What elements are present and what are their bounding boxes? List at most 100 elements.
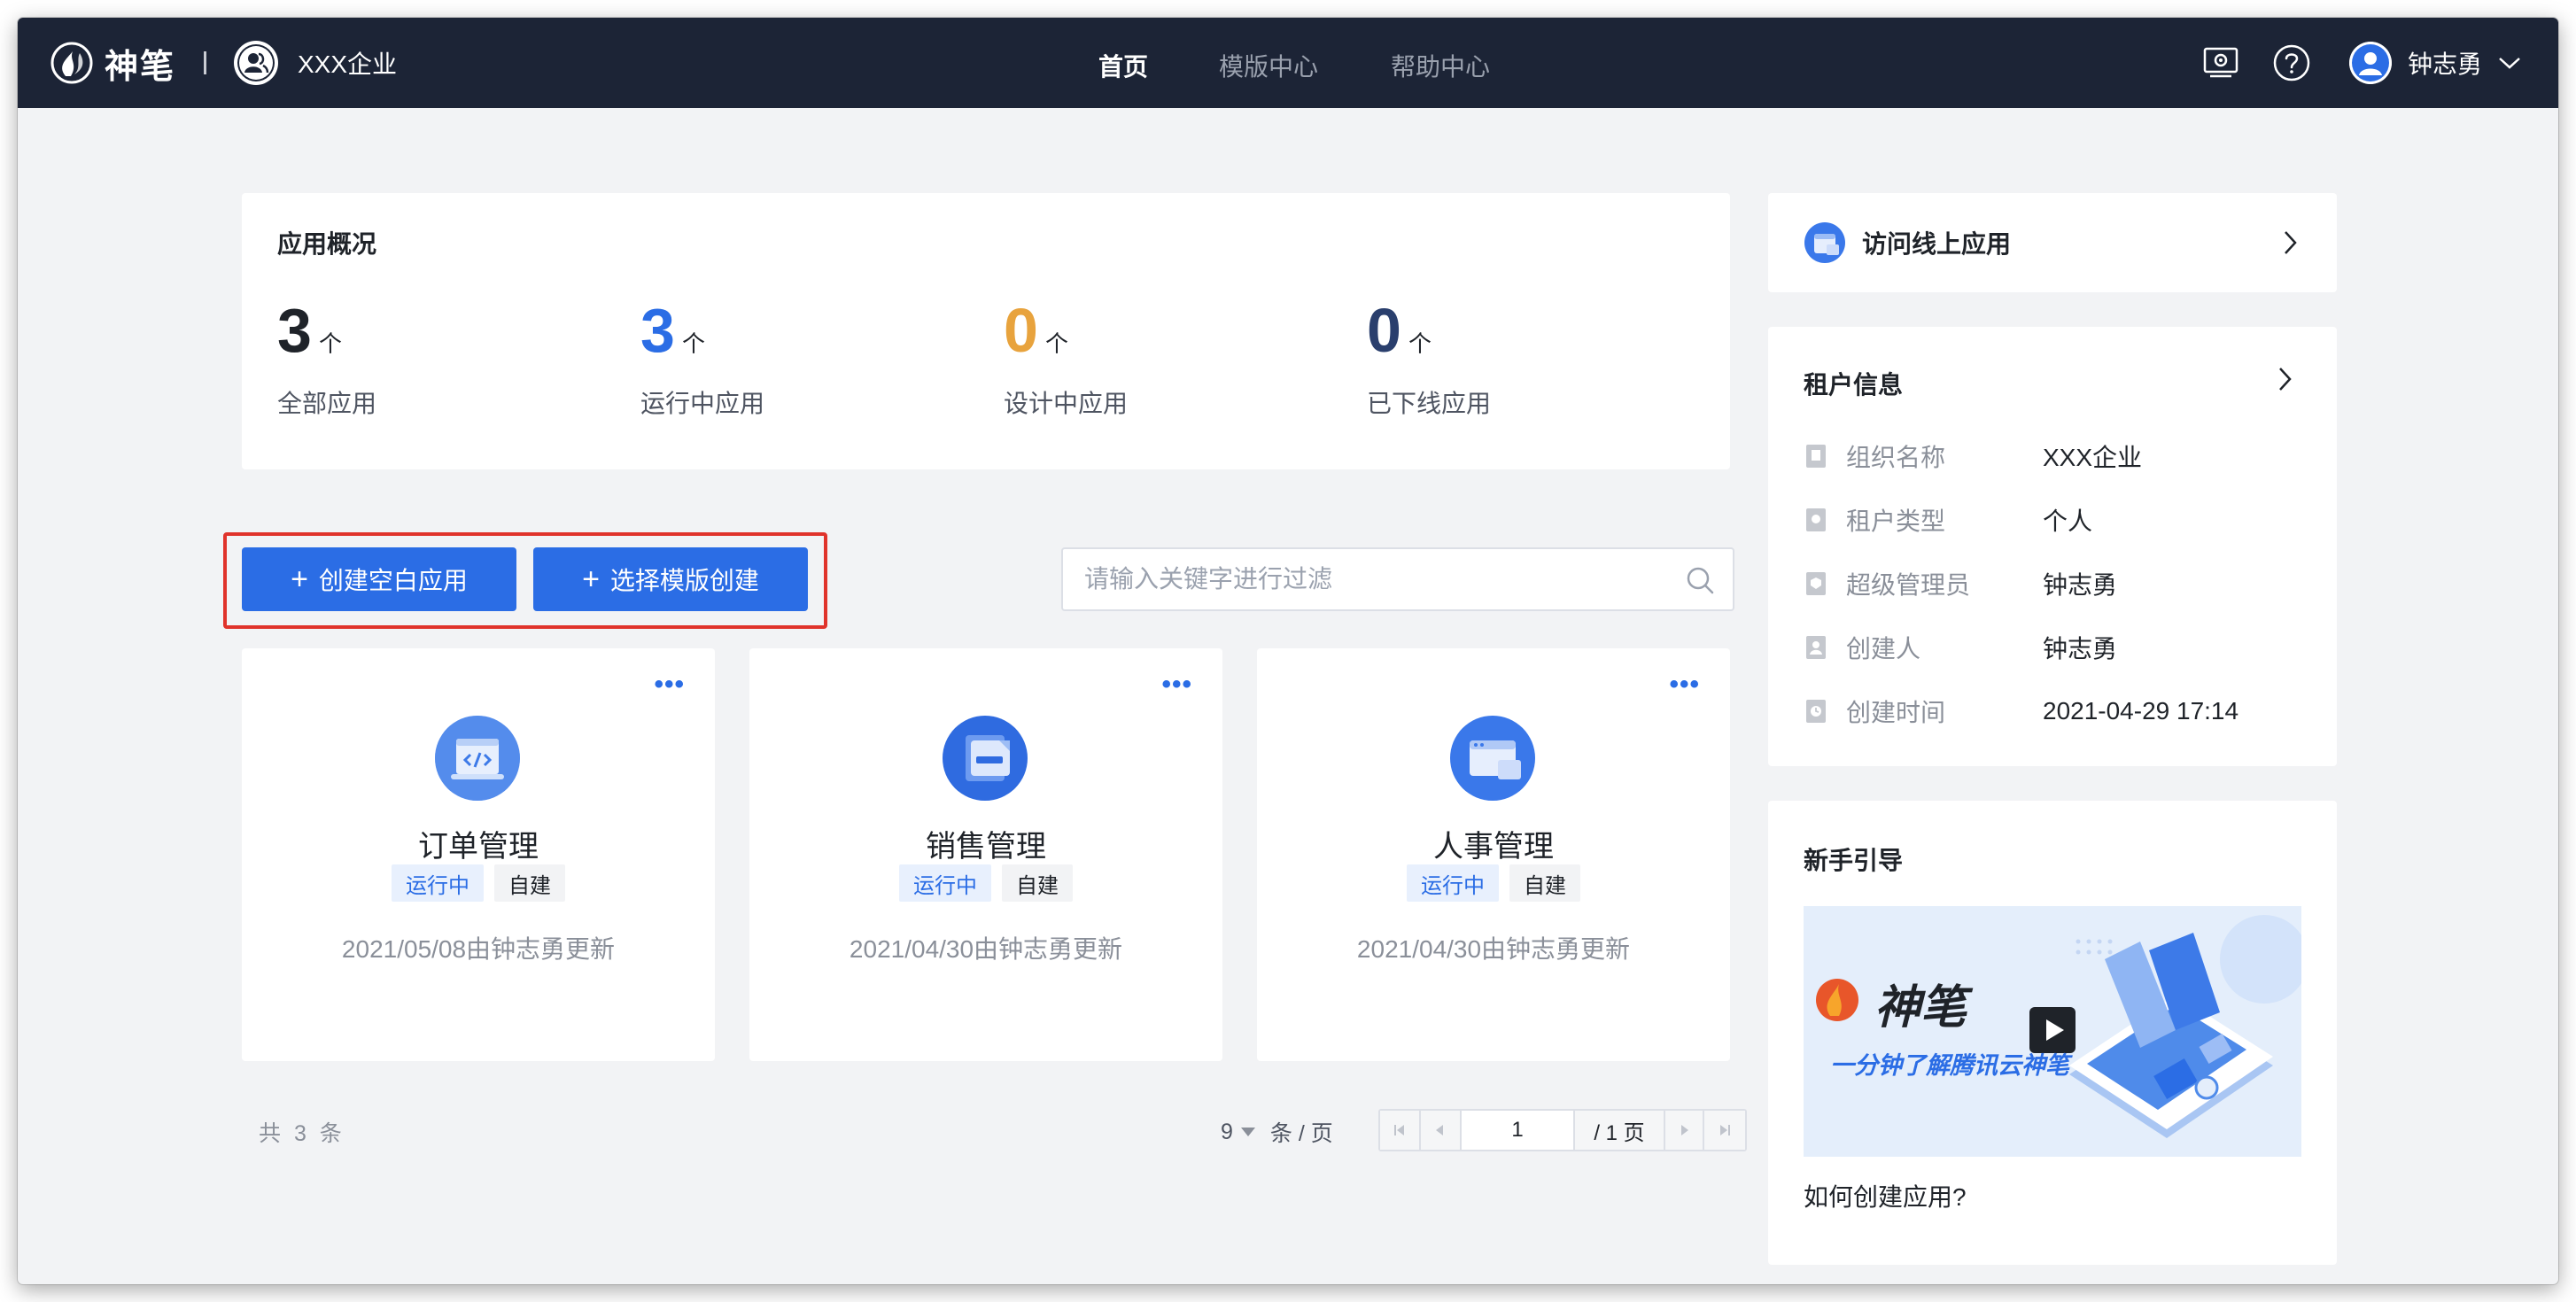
tenant-row-created-time: 创建时间 2021-04-29 17:14 <box>1805 694 2238 729</box>
plus-icon: + <box>291 562 308 596</box>
brand-name: 神笔 <box>105 48 176 86</box>
total-pages: / 1 页 <box>1575 1111 1664 1150</box>
source-badge: 自建 <box>1509 864 1580 902</box>
nav-home[interactable]: 首页 <box>1098 48 1148 83</box>
stat-label: 已下线应用 <box>1367 390 1492 417</box>
next-page-button[interactable] <box>1664 1111 1704 1150</box>
next-page-icon <box>1681 1125 1688 1135</box>
search-input[interactable] <box>1084 549 1669 609</box>
info-value: 钟志勇 <box>2043 635 2118 663</box>
stat-offline-apps[interactable]: 0个 已下线应用 <box>1367 299 1491 420</box>
app-tags: 运行中 自建 <box>242 864 715 902</box>
stat-label: 设计中应用 <box>1004 390 1129 417</box>
org-name-icon <box>1806 445 1826 468</box>
info-label: 组织名称 <box>1846 444 1946 471</box>
super-admin-icon <box>1806 572 1826 595</box>
create-from-template-label: 选择模版创建 <box>609 567 759 594</box>
screen-icon[interactable] <box>2202 44 2239 81</box>
create-blank-app-label: 创建空白应用 <box>318 567 468 594</box>
app-window: 神笔 XXX企业 首页 模版中心 帮助中心 钟志勇 应用概况 3 个 全部应用 … <box>18 18 2558 1284</box>
user-name: 钟志勇 <box>2408 50 2483 78</box>
tenant-info-card: 租户信息 组织名称 XXX企业 租户类型 个人 超级管理员 钟志勇 创建人 钟志… <box>1768 327 2337 766</box>
more-options-icon[interactable]: ••• <box>1669 671 1700 698</box>
stat-all-apps[interactable]: 3个 全部应用 <box>277 299 376 420</box>
stat-label: 全部应用 <box>277 390 377 417</box>
status-badge: 运行中 <box>392 864 484 902</box>
nav-template-center[interactable]: 模版中心 <box>1219 48 1318 83</box>
tenant-info-title: 租户信息 <box>1804 371 1904 399</box>
app-name: 人事管理 <box>1433 830 1554 864</box>
tenant-row-org-name: 组织名称 XXX企业 <box>1805 438 2142 474</box>
stat-running-apps[interactable]: 3个 运行中应用 <box>640 299 764 420</box>
page-number-input[interactable] <box>1462 1111 1575 1150</box>
user-menu[interactable]: 钟志勇 <box>2349 41 2521 85</box>
stat-unit: 个 <box>1044 330 1068 357</box>
first-page-icon <box>1394 1125 1404 1135</box>
chevron-right-icon[interactable] <box>2271 366 2298 392</box>
status-badge: 运行中 <box>1407 864 1499 902</box>
tenant-row-type: 租户类型 个人 <box>1805 502 2092 538</box>
app-card-hr[interactable]: ••• 人事管理 运行中 自建 2021/04/30由钟志勇更新 <box>1257 648 1730 1061</box>
search-icon[interactable] <box>1685 565 1715 595</box>
more-options-icon[interactable]: ••• <box>1161 671 1192 698</box>
avatar <box>2349 42 2392 84</box>
org-switcher[interactable]: XXX企业 <box>234 41 397 85</box>
stat-value: 0 <box>1004 296 1038 365</box>
beginner-guide-card: 新手引导 神笔 一分钟了解腾讯云神笔 如何创建应用? <box>1768 801 2337 1265</box>
app-tags: 运行中 自建 <box>749 864 1222 902</box>
more-options-icon[interactable]: ••• <box>654 671 685 698</box>
help-icon[interactable] <box>2273 44 2310 81</box>
page-size-select[interactable]: 9 条 / 页 <box>1221 1116 1333 1148</box>
app-card-order[interactable]: ••• 订单管理 运行中 自建 2021/05/08由钟志勇更新 <box>242 648 715 1061</box>
app-updated-text: 2021/04/30由钟志勇更新 <box>1356 935 1631 963</box>
stat-unit: 个 <box>318 330 342 357</box>
org-user-icon <box>237 44 275 81</box>
source-badge: 自建 <box>494 864 565 902</box>
pager: / 1 页 <box>1378 1109 1747 1151</box>
create-blank-app-button[interactable]: + 创建空白应用 <box>242 547 516 611</box>
info-label: 创建时间 <box>1846 699 1946 726</box>
brand-logo[interactable]: 神笔 <box>50 41 176 86</box>
brand-logo-icon <box>50 42 93 84</box>
visit-online-app-row: 访问线上应用 <box>1804 193 2011 292</box>
chevron-down-icon <box>2499 58 2520 69</box>
prev-page-button[interactable] <box>1421 1111 1462 1150</box>
stat-label: 运行中应用 <box>640 390 765 417</box>
app-card-sales[interactable]: ••• 销售管理 运行中 自建 2021/04/30由钟志勇更新 <box>749 648 1222 1061</box>
code-window-icon <box>435 716 520 801</box>
stat-value: 0 <box>1367 296 1401 365</box>
guide-video-thumbnail[interactable]: 神笔 一分钟了解腾讯云神笔 <box>1804 906 2301 1157</box>
app-updated-text: 2021/04/30由钟志勇更新 <box>849 935 1123 963</box>
last-page-button[interactable] <box>1704 1111 1745 1150</box>
stat-designing-apps[interactable]: 0个 设计中应用 <box>1004 299 1128 420</box>
total-count: 共 3 条 <box>259 1121 345 1146</box>
visit-online-app-label: 访问线上应用 <box>1862 230 2012 258</box>
user-avatar-icon <box>2349 42 2392 84</box>
last-page-icon <box>1720 1125 1730 1135</box>
prev-page-icon <box>1436 1125 1443 1135</box>
browser-window-icon <box>1450 716 1535 801</box>
tenant-row-super-admin: 超级管理员 钟志勇 <box>1805 566 2117 601</box>
info-label: 创建人 <box>1846 635 1921 663</box>
topbar-divider <box>204 51 206 74</box>
first-page-button[interactable] <box>1380 1111 1421 1150</box>
guide-banner-logo-mark <box>1816 979 1858 1021</box>
overview-title: 应用概况 <box>277 230 377 258</box>
caret-down-icon <box>1240 1128 1255 1136</box>
chevron-right-icon[interactable] <box>2277 229 2303 256</box>
create-from-template-button[interactable]: + 选择模版创建 <box>533 547 808 611</box>
page-size-unit: 条 / 页 <box>1269 1121 1333 1146</box>
stat-unit: 个 <box>681 330 705 357</box>
org-avatar <box>234 41 278 85</box>
status-badge: 运行中 <box>899 864 991 902</box>
app-tags: 运行中 自建 <box>1257 864 1730 902</box>
guide-banner-brand: 神笔 <box>1874 982 1967 1034</box>
nav-help-center[interactable]: 帮助中心 <box>1391 48 1490 83</box>
info-value: 个人 <box>2043 508 2093 535</box>
info-label: 租户类型 <box>1846 508 1946 535</box>
clock-icon <box>1806 700 1826 723</box>
tenant-type-icon <box>1806 508 1826 531</box>
guide-caption-link[interactable]: 如何创建应用? <box>1804 1178 1967 1213</box>
visit-online-app-card[interactable]: 访问线上应用 <box>1768 193 2337 292</box>
page-size-value: 9 <box>1221 1119 1233 1144</box>
